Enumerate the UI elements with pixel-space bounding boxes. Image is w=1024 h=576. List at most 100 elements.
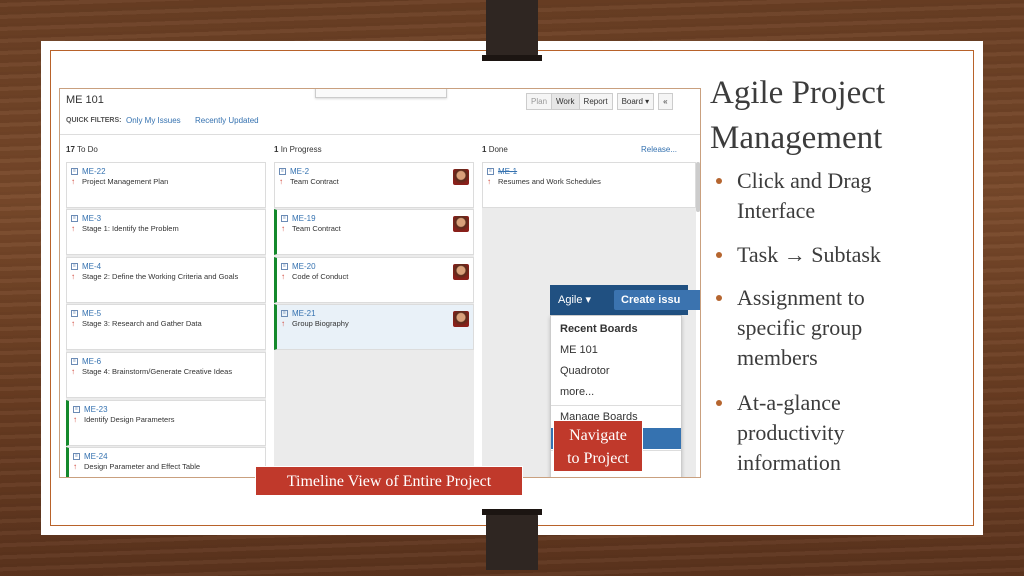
story-icon: ≡ [279,168,286,175]
board-title: ME 101 [66,94,104,106]
issue-summary: Design Parameter and Effect Table [84,462,201,471]
issue-key[interactable]: ME-24 [84,452,108,461]
filter-only-my-issues[interactable]: Only My Issues [126,116,181,125]
priority-up-icon: ↑ [73,462,77,471]
issue-summary: Project Management Plan [82,177,169,186]
subtask-icon: ≡ [281,310,288,317]
subtask-icon: ≡ [281,215,288,222]
slide-title-line: Agile Project [710,75,886,111]
story-icon: ≡ [487,168,494,175]
release-link[interactable]: Release... [641,145,677,154]
column-header-done: 1 Done [482,145,508,154]
issue-card[interactable]: ≡ ME-2 ↑ Team Contract [274,162,474,208]
slide-title: Agile Project Management [710,71,885,161]
issue-card[interactable]: ≡ ME-1 ↑ Resumes and Work Schedules [482,162,696,208]
menu-divider [551,405,681,406]
collapse-icon[interactable]: « [658,93,673,110]
subtask-card[interactable]: ≡ ME-19 ↑ Team Contract [274,209,474,255]
column-in-progress: ≡ ME-2 ↑ Team Contract ≡ ME-19 ↑ Team Co… [274,162,474,477]
slide: ME 101 Plan Work Report Board ▾ « QUICK … [41,41,983,535]
issue-summary: Team Contract [290,177,339,186]
jira-header-bar: Agile ▾ Create issu [550,285,700,315]
priority-up-icon: ↑ [71,367,75,376]
scrollbar[interactable] [696,162,700,212]
navigate-callout-line: Navigate [569,427,627,444]
assignee-avatar[interactable] [453,311,469,327]
priority-up-icon: ↑ [487,177,491,186]
issue-summary: Resumes and Work Schedules [498,177,601,186]
issue-key[interactable]: ME-4 [82,262,101,271]
work-view-button[interactable]: Work [551,93,580,110]
plan-view-button[interactable]: Plan [526,93,553,110]
priority-up-icon: ↑ [71,224,75,233]
story-icon: ≡ [71,215,78,222]
bullet-line: productivity [737,420,845,445]
create-issue-button[interactable]: Create issu [614,290,700,310]
bullet-line: Task → Subtask [737,242,881,267]
subtask-icon: ≡ [73,406,80,413]
binder-clip-bottom [482,509,542,570]
bullet-dot-icon [716,252,722,258]
issue-key[interactable]: ME-22 [82,167,106,176]
issue-summary: Group Biography [292,319,349,328]
issue-summary: Identify Design Parameters [84,415,175,424]
priority-up-icon: ↑ [71,177,75,186]
subtask-card-selected[interactable]: ≡ ME-21 ↑ Group Biography [274,304,474,350]
column-header-todo: 17 To Do [66,145,98,154]
issue-key[interactable]: ME-6 [82,357,101,366]
bullet-line: members [737,345,818,370]
subtask-card[interactable]: ≡ ME-20 ↑ Code of Conduct [274,257,474,303]
issue-card[interactable]: ≡ ME-3 ↑ Stage 1: Identify the Problem [66,209,266,255]
filter-recently-updated[interactable]: Recently Updated [195,116,259,125]
agile-menu-button[interactable]: Agile ▾ [558,293,591,306]
menu-item-more[interactable]: more... [551,382,681,403]
priority-up-icon: ↑ [281,272,285,281]
board-menu-button[interactable]: Board ▾ [616,93,655,110]
issue-card[interactable]: ≡ ME-4 ↑ Stage 2: Define the Working Cri… [66,257,266,303]
subtask-card[interactable]: ≡ ME-24 ↑ Design Parameter and Effect Ta… [66,447,266,477]
column-header-in-progress: 1 In Progress [274,145,322,154]
assignee-avatar[interactable] [453,216,469,232]
subtask-icon: ≡ [73,453,80,460]
issue-key[interactable]: ME-21 [292,309,316,318]
issue-key[interactable]: ME-2 [290,167,309,176]
issue-key[interactable]: ME-23 [84,405,108,414]
view-switcher: Plan Work Report Board ▾ « [526,93,673,110]
issue-key[interactable]: ME-3 [82,214,101,223]
story-icon: ≡ [71,310,78,317]
issue-key[interactable]: ME-20 [292,262,316,271]
bullet-line: Assignment to [737,285,865,310]
navigate-callout: Navigate to Project [553,420,643,472]
issue-card[interactable]: ≡ ME-22 ↑ Project Management Plan [66,162,266,208]
priority-up-icon: ↑ [279,177,283,186]
issue-key[interactable]: ME-5 [82,309,101,318]
assignee-avatar[interactable] [453,264,469,280]
menu-item-me101[interactable]: ME 101 [551,340,681,361]
bullet-line: specific group [737,315,863,340]
assignee-avatar[interactable] [453,169,469,185]
bullet-line: At-a-glance [737,390,841,415]
story-icon: ≡ [71,358,78,365]
divider [60,134,700,135]
menu-item-quadrotor[interactable]: Quadrotor [551,361,681,382]
story-icon: ≡ [71,263,78,270]
bullet-line: information [737,450,841,475]
recent-boards-heading: Recent Boards [560,323,638,335]
bullet-line: Click and Drag [737,168,872,193]
subtask-card[interactable]: ≡ ME-23 ↑ Identify Design Parameters [66,400,266,446]
quick-filters-label: QUICK FILTERS: [66,117,122,124]
issue-key[interactable]: ME-1 [498,167,517,176]
priority-up-icon: ↑ [71,272,75,281]
subtask-icon: ≡ [281,263,288,270]
story-icon: ≡ [71,168,78,175]
issue-card[interactable]: ≡ ME-6 ↑ Stage 4: Brainstorm/Generate Cr… [66,352,266,398]
issue-key[interactable]: ME-19 [292,214,316,223]
issue-summary: Code of Conduct [292,272,349,281]
bullet-text: Task → Subtask [737,240,881,270]
bullet-dot-icon [716,400,722,406]
issue-card[interactable]: ≡ ME-5 ↑ Stage 3: Research and Gather Da… [66,304,266,350]
report-view-button[interactable]: Report [578,93,613,110]
priority-up-icon: ↑ [281,224,285,233]
issue-summary: Stage 2: Define the Working Criteria and… [82,272,239,281]
priority-up-icon: ↑ [73,415,77,424]
